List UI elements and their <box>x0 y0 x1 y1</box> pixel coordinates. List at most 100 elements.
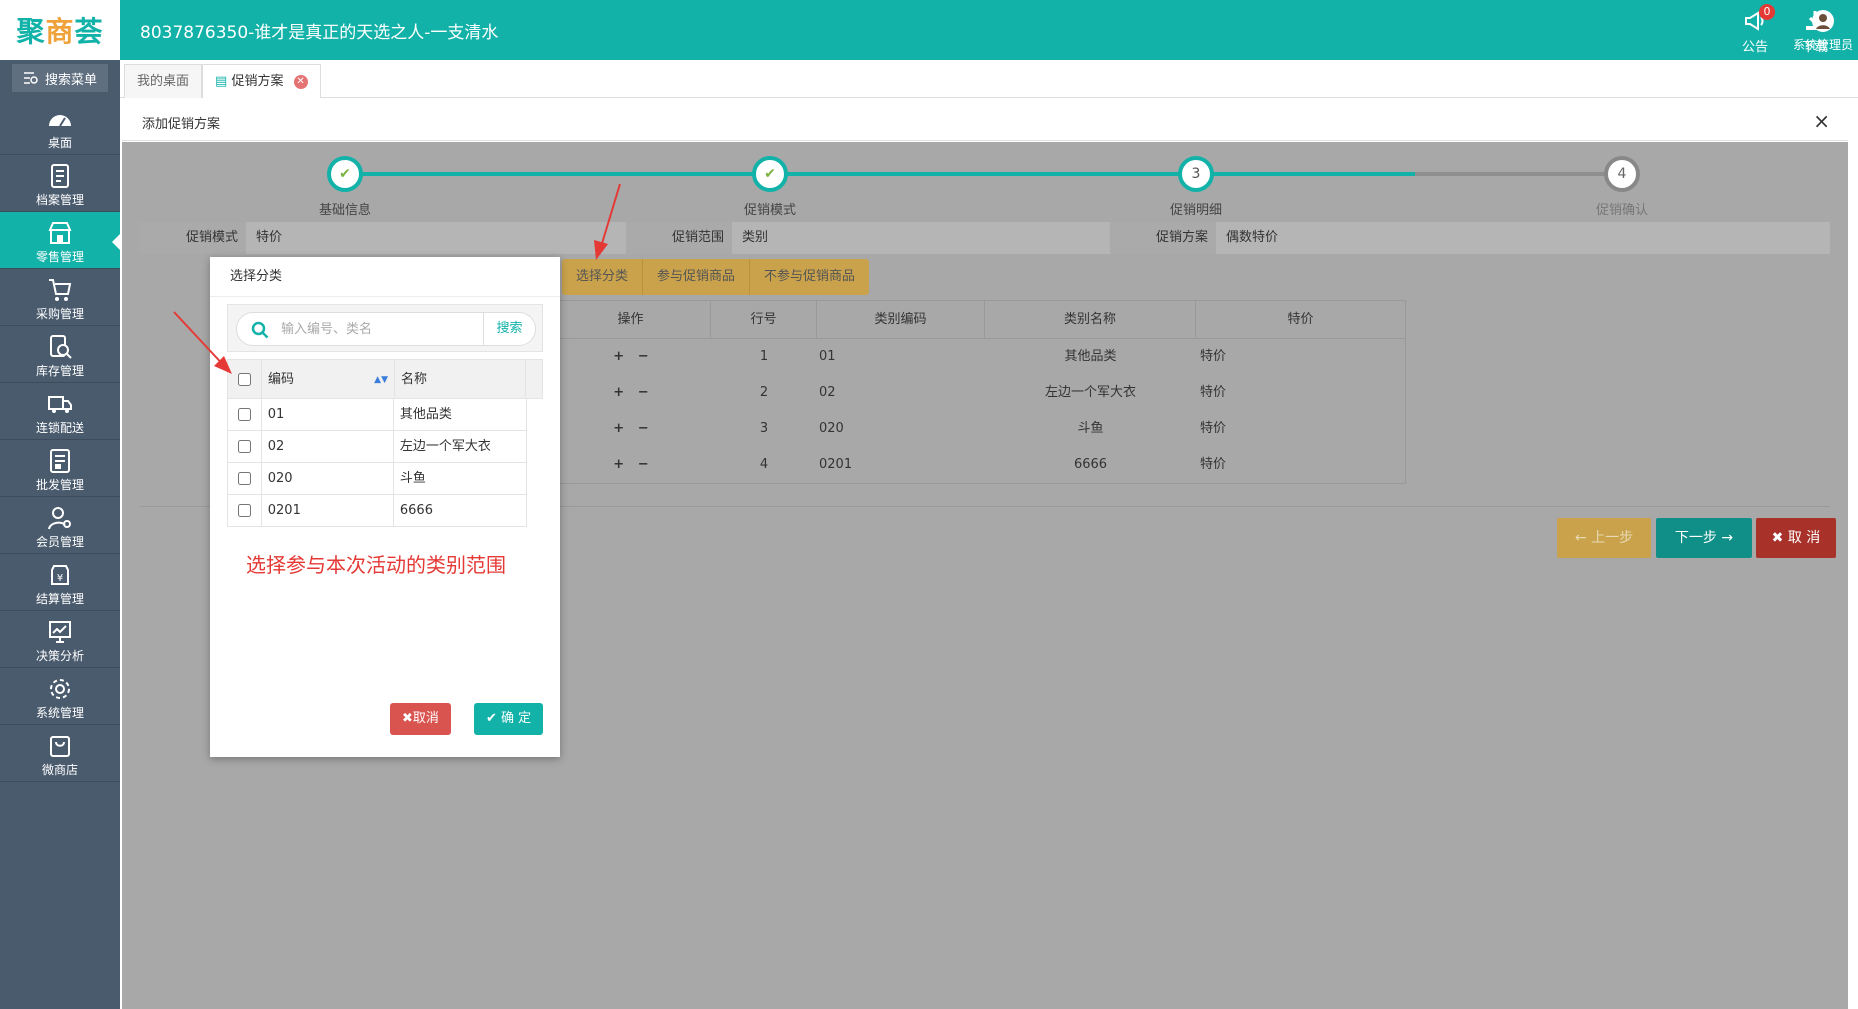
row-number: 1 <box>759 349 769 364</box>
row-price-input[interactable]: 特价 <box>1196 339 1405 375</box>
sidebar-item-label: 库存管理 <box>35 364 84 378</box>
tab-promotion-plan[interactable]: ▤ 促销方案 ✕ <box>202 64 321 98</box>
header-ops: 操作 <box>551 301 711 338</box>
remove-row-icon[interactable]: − <box>638 421 649 436</box>
next-step-button[interactable]: 下一步 → <box>1656 518 1752 558</box>
row-ops: + − <box>551 339 711 375</box>
row-ops: + − <box>551 375 711 411</box>
header-code[interactable]: 编码 ▲▼ <box>262 360 395 398</box>
document-icon: ▤ <box>215 74 228 89</box>
row-name: 左边一个军大衣 <box>1044 385 1136 400</box>
dialog-confirm-button[interactable]: ✔ 确 定 <box>474 703 544 735</box>
dialog-search-button[interactable]: 搜索 <box>483 313 535 345</box>
top-header: 聚商荟 8037876350-谁才是真正的天选之人-一支清水 0 公告 下载 系… <box>0 0 1858 60</box>
detail-subtabs: 选择分类 参与促销商品 不参与促销商品 <box>562 259 870 295</box>
sidebar-item-chain-delivery[interactable]: 连锁配送 <box>0 383 120 440</box>
plan-key: 促销方案 <box>1110 222 1216 254</box>
gear-icon <box>50 679 70 699</box>
subtab-select-category[interactable]: 选择分类 <box>562 259 644 295</box>
row-name: 其他品类 <box>399 407 452 422</box>
step-1-check-icon: ✔ <box>327 156 363 192</box>
tab-my-desktop[interactable]: 我的桌面 <box>124 64 203 98</box>
search-icon <box>251 321 269 339</box>
row-price-input[interactable]: 特价 <box>1196 375 1405 411</box>
category-detail-table: 操作 行号 类别编码 类别名称 特价 + − 1 01 其他品类 特价 + − … <box>550 300 1406 484</box>
subtab-excluded-products[interactable]: 不参与促销商品 <box>750 259 869 295</box>
list-item[interactable]: 0201 6666 <box>227 495 527 527</box>
row-checkbox[interactable] <box>237 472 251 485</box>
sidebar: 搜索菜单 桌面 档案管理 零售管理 采购管理 库存管理 连锁配送 批发管理 会员… <box>0 60 120 1009</box>
row-checkbox[interactable] <box>237 504 251 517</box>
sidebar-item-micro-shop[interactable]: 微商店 <box>0 725 120 782</box>
remove-row-icon[interactable]: − <box>638 457 649 472</box>
mode-value: 特价 <box>256 230 283 245</box>
row-code: 01 <box>262 399 394 430</box>
sidebar-item-desktop[interactable]: 桌面 <box>0 98 120 155</box>
sidebar-item-member[interactable]: 会员管理 <box>0 497 120 554</box>
sidebar-item-label: 桌面 <box>47 136 72 150</box>
dialog-cancel-label: 取消 <box>412 711 439 726</box>
sidebar-item-purchase[interactable]: 采购管理 <box>0 269 120 326</box>
sidebar-item-archive[interactable]: 档案管理 <box>0 155 120 212</box>
row-name: 左边一个军大衣 <box>399 439 491 454</box>
sort-icon[interactable]: ▲▼ <box>374 360 388 400</box>
notice-button[interactable]: 0 公告 <box>1725 4 1785 55</box>
prev-step-button[interactable]: ← 上一步 <box>1557 518 1651 558</box>
member-icon <box>48 507 71 530</box>
brand-logo[interactable]: 聚商荟 <box>0 0 120 60</box>
step-2-label: 促销模式 <box>743 203 796 218</box>
row-code: 020 <box>819 421 844 436</box>
row-checkbox[interactable] <box>237 408 251 421</box>
add-row-icon[interactable]: + <box>613 457 624 472</box>
dialog-search-input[interactable] <box>281 313 471 345</box>
search-menu-button[interactable]: 搜索菜单 <box>12 64 108 92</box>
sidebar-item-wholesale[interactable]: 批发管理 <box>0 440 120 497</box>
category-list-table: 编码 ▲▼ 名称 01 其他品类 02 左边一个军大衣 020 斗鱼 0201 … <box>227 359 543 527</box>
row-number: 3 <box>759 421 769 436</box>
header-name: 名称 <box>395 360 526 398</box>
user-label: 系统管理员 <box>1792 38 1853 52</box>
cancel-label: 取 消 <box>1787 530 1821 546</box>
mode-key: 促销模式 <box>140 222 246 254</box>
close-tab-icon[interactable]: ✕ <box>293 74 308 89</box>
row-price-input[interactable]: 特价 <box>1196 447 1405 483</box>
subtab-included-products[interactable]: 参与促销商品 <box>643 259 751 295</box>
step-progress-line <box>345 172 1415 176</box>
step-2-check-icon: ✔ <box>752 156 788 192</box>
user-menu[interactable]: 系统管理员 <box>1788 8 1858 53</box>
sidebar-item-decision-analysis[interactable]: 决策分析 <box>0 611 120 668</box>
row-name: 斗鱼 <box>1077 421 1104 436</box>
sidebar-item-retail[interactable]: 零售管理 <box>0 212 120 269</box>
close-panel-icon[interactable]: × <box>1813 109 1830 133</box>
dialog-cancel-button[interactable]: ✖取消 <box>390 703 451 735</box>
dialog-confirm-label: 确 定 <box>501 711 532 726</box>
add-row-icon[interactable]: + <box>613 349 624 364</box>
table-header: 操作 行号 类别编码 类别名称 特价 <box>551 301 1405 339</box>
add-row-icon[interactable]: + <box>613 421 624 436</box>
arrow-right-icon: → <box>1721 530 1734 546</box>
panel-header: 添加促销方案 × <box>122 103 1848 141</box>
row-checkbox[interactable] <box>237 440 251 453</box>
app-title: 8037876350-谁才是真正的天选之人-一支清水 <box>140 23 499 43</box>
dialog-title: 选择分类 <box>210 257 560 297</box>
sidebar-item-inventory[interactable]: 库存管理 <box>0 326 120 383</box>
notice-label: 公告 <box>1741 40 1768 55</box>
list-item[interactable]: 020 斗鱼 <box>227 463 527 495</box>
step-4-label: 促销确认 <box>1595 203 1648 218</box>
list-item[interactable]: 02 左边一个军大衣 <box>227 431 527 463</box>
row-check-cell <box>228 399 262 430</box>
sidebar-item-settlement[interactable]: ¥ 结算管理 <box>0 554 120 611</box>
cancel-button[interactable]: ✖ 取 消 <box>1756 518 1836 558</box>
select-category-dialog: 选择分类 搜索 编码 ▲▼ 名称 01 其他品类 02 左边一个军大衣 <box>210 257 560 757</box>
remove-row-icon[interactable]: − <box>638 385 649 400</box>
sidebar-item-system[interactable]: 系统管理 <box>0 668 120 725</box>
add-row-icon[interactable]: + <box>613 385 624 400</box>
list-item[interactable]: 01 其他品类 <box>227 399 527 431</box>
table-row: + − 1 01 其他品类 特价 <box>551 339 1405 375</box>
plan-value: 偶数特价 <box>1226 230 1279 245</box>
remove-row-icon[interactable]: − <box>638 349 649 364</box>
row-price-input[interactable]: 特价 <box>1196 411 1405 447</box>
tab-bar: 我的桌面 ▤ 促销方案 ✕ <box>120 60 1858 98</box>
row-check-cell <box>228 495 262 526</box>
sidebar-item-label: 会员管理 <box>35 535 84 549</box>
